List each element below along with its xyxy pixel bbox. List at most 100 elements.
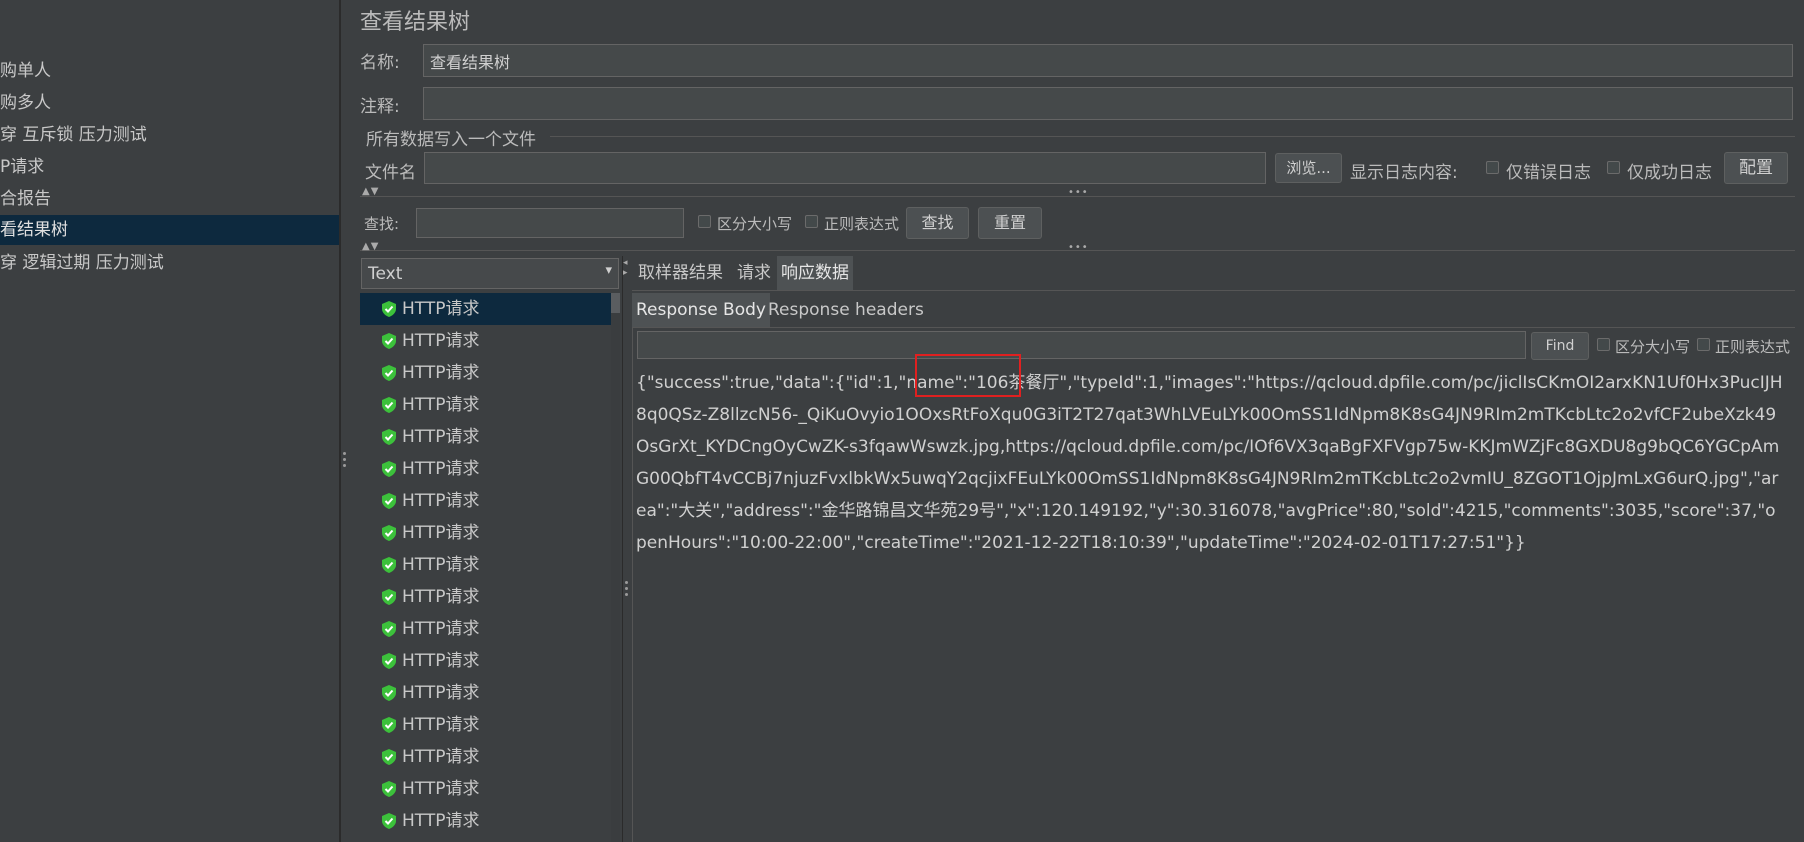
tree-item[interactable]: P请求 <box>0 152 339 182</box>
reset-button[interactable]: 重置 <box>978 207 1042 239</box>
shield-check-icon <box>382 621 396 637</box>
response-regex-checkbox[interactable] <box>1697 338 1710 351</box>
sample-row[interactable]: HTTP请求 <box>360 677 612 709</box>
sample-row-label: HTTP请求 <box>402 331 480 351</box>
search-case-checkbox[interactable] <box>698 215 711 228</box>
sample-row[interactable]: HTTP请求 <box>360 389 612 421</box>
tab-response-data[interactable]: 响应数据 <box>777 256 853 290</box>
sample-row[interactable]: HTTP请求 <box>360 453 612 485</box>
tab-divider <box>632 290 1795 291</box>
scrollbar-thumb[interactable] <box>611 293 620 313</box>
sample-row[interactable]: HTTP请求 <box>360 325 612 357</box>
errors-only-checkbox[interactable] <box>1486 161 1499 174</box>
sample-row[interactable]: HTTP请求 <box>360 709 612 741</box>
tree-item[interactable]: 穿 逻辑过期 压力测试 <box>0 248 339 278</box>
errors-only-label: 仅错误日志 <box>1506 163 1591 183</box>
config-button[interactable]: 配置 <box>1724 152 1788 184</box>
file-section-title: 所有数据写入一个文件 <box>366 130 536 150</box>
sample-row-selected[interactable]: HTTP请求 <box>360 293 612 325</box>
grip-dot <box>343 452 346 455</box>
tab-request[interactable]: 请求 <box>733 256 775 290</box>
main-splitter[interactable] <box>340 0 350 842</box>
sample-row-label: HTTP请求 <box>402 491 480 511</box>
sample-row[interactable]: HTTP请求 <box>360 581 612 613</box>
tree-item-label: 穿 互斥锁 压力测试 <box>0 125 147 145</box>
shield-check-icon <box>382 653 396 669</box>
sample-row-label: HTTP请求 <box>402 715 480 735</box>
sample-row-label: HTTP请求 <box>402 459 480 479</box>
page-title: 查看结果树 <box>360 10 471 35</box>
success-only-checkbox[interactable] <box>1607 161 1620 174</box>
search-regex-checkbox[interactable] <box>805 215 818 228</box>
sample-row-label: HTTP请求 <box>402 811 480 831</box>
collapse-arrows-icon[interactable]: ▲▼ <box>362 186 379 197</box>
grip-dot <box>343 458 346 461</box>
collapse-arrows-icon[interactable]: ▲▼ <box>362 241 379 252</box>
sample-row-label: HTTP请求 <box>402 619 480 639</box>
sample-row[interactable]: HTTP请求 <box>360 485 612 517</box>
browse-button[interactable]: 浏览... <box>1275 153 1342 183</box>
sample-row-label: HTTP请求 <box>402 523 480 543</box>
shield-check-icon <box>382 781 396 797</box>
tab-response-headers[interactable]: Response headers <box>764 293 928 327</box>
find-button[interactable]: 查找 <box>906 207 969 239</box>
response-find-button[interactable]: Find <box>1531 332 1589 360</box>
search-regex-label: 正则表达式 <box>824 215 900 233</box>
search-label: 查找: <box>364 215 400 233</box>
shield-check-icon <box>382 333 396 349</box>
tree-item-label: 购单人 <box>0 61 51 81</box>
sample-row[interactable]: HTTP请求 <box>360 357 612 389</box>
shield-check-icon <box>382 429 396 445</box>
tree-item-label: P请求 <box>0 157 45 177</box>
tree-item[interactable]: 购多人 <box>0 88 339 118</box>
sample-row[interactable]: HTTP请求 <box>360 805 612 837</box>
sample-row[interactable]: HTTP请求 <box>360 549 612 581</box>
sample-row[interactable]: HTTP请求 <box>360 613 612 645</box>
comment-field[interactable] <box>423 87 1793 120</box>
sample-row[interactable]: HTTP请求 <box>360 421 612 453</box>
annotation-highlight-box <box>915 354 1021 397</box>
sample-row[interactable]: HTTP请求 <box>360 517 612 549</box>
content-splitter[interactable]: ◂ ▸ <box>622 256 631 842</box>
tree-item-label: 穿 逻辑过期 压力测试 <box>0 253 164 273</box>
filename-field[interactable] <box>424 152 1266 184</box>
shield-check-icon <box>382 397 396 413</box>
renderer-select-value: Text <box>368 264 403 284</box>
sample-row[interactable]: HTTP请求 <box>360 741 612 773</box>
shield-check-icon <box>382 589 396 605</box>
splitter-grip-icon[interactable]: ••• <box>1068 242 1089 253</box>
tree-item[interactable]: 合报告 <box>0 184 339 214</box>
tree-item[interactable]: 穿 互斥锁 压力测试 <box>0 120 339 150</box>
sample-row-label: HTTP请求 <box>402 363 480 383</box>
collapse-arrow-icon[interactable]: ◂ <box>623 258 628 268</box>
tree-item-selected[interactable]: 看结果树 <box>0 215 339 245</box>
tree-item-label: 合报告 <box>0 189 51 209</box>
grip-dot <box>625 581 628 584</box>
shield-check-icon <box>382 461 396 477</box>
log-display-label: 显示日志内容: <box>1350 163 1458 183</box>
tab-response-body[interactable]: Response Body <box>632 293 770 327</box>
renderer-select[interactable]: Text ▾ <box>361 258 619 289</box>
response-case-checkbox[interactable] <box>1597 338 1610 351</box>
sample-row[interactable]: HTTP请求 <box>360 645 612 677</box>
test-plan-tree: 购单人 购多人 穿 互斥锁 压力测试 P请求 合报告 看结果树 穿 逻辑过期 压… <box>0 0 340 842</box>
sample-list-scrollbar[interactable] <box>611 293 620 842</box>
shield-check-icon <box>382 525 396 541</box>
sample-row[interactable]: HTTP请求 <box>360 773 612 805</box>
sample-row-label: HTTP请求 <box>402 555 480 575</box>
sample-row-label: HTTP请求 <box>402 427 480 447</box>
tree-item[interactable]: 购单人 <box>0 56 339 86</box>
splitter-grip-icon[interactable]: ••• <box>1068 187 1089 198</box>
name-field[interactable] <box>423 44 1793 77</box>
sample-list: HTTP请求 HTTP请求 HTTP请求 HTTP请求 HTTP请求 HTTP请求 HTTP… <box>360 293 622 842</box>
search-input[interactable] <box>416 208 684 238</box>
expand-arrow-icon[interactable]: ▸ <box>623 268 628 278</box>
sample-row-label: HTTP请求 <box>402 651 480 671</box>
tab-sampler-result[interactable]: 取样器结果 <box>634 256 727 290</box>
tree-item-label: 看结果树 <box>0 220 68 240</box>
sample-row-label: HTTP请求 <box>402 299 480 319</box>
comment-label: 注释: <box>360 97 400 117</box>
response-body-text[interactable]: {"success":true,"data":{"id":1,"name":"1… <box>636 367 1786 559</box>
shield-check-icon <box>382 813 396 829</box>
response-search-input[interactable] <box>637 331 1526 359</box>
